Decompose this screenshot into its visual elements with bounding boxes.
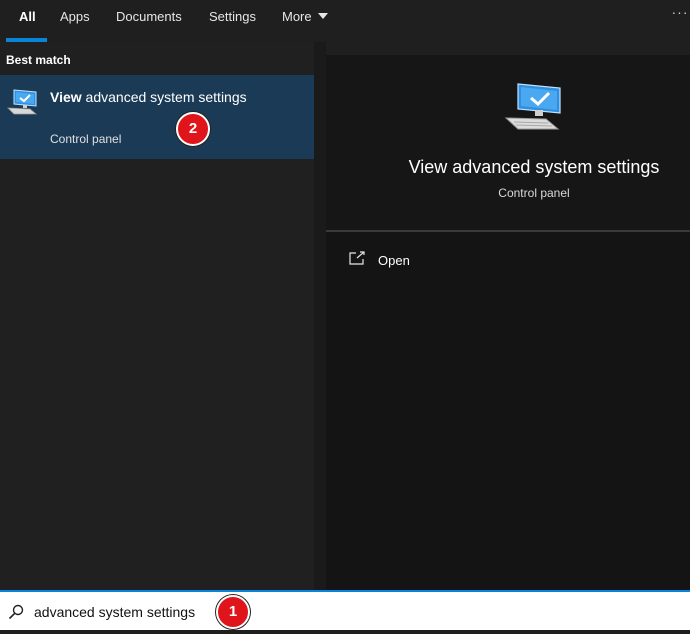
computer-check-icon	[6, 89, 38, 115]
results-panel: Best match View advanced system settings…	[0, 42, 314, 590]
result-subtitle: Control panel	[50, 132, 122, 146]
tab-all[interactable]: All	[13, 0, 42, 42]
best-match-heading: Best match	[6, 53, 71, 67]
search-icon	[8, 604, 24, 620]
preview-header: View advanced system settings Control pa…	[326, 55, 690, 230]
tab-label: Documents	[116, 9, 182, 24]
computer-check-icon	[504, 83, 561, 130]
tab-settings[interactable]: Settings	[203, 0, 262, 42]
result-title: View advanced system settings	[50, 89, 247, 105]
taskbar-edge	[0, 630, 690, 634]
panel-gutter	[314, 42, 326, 590]
tab-label: Settings	[209, 9, 256, 24]
search-bar	[0, 590, 690, 630]
step-callout-2: 2	[176, 112, 210, 146]
best-match-result[interactable]: View advanced system settings Control pa…	[0, 75, 314, 159]
step-callout-1: 1	[216, 595, 250, 629]
open-external-icon	[349, 251, 365, 265]
tab-label: All	[19, 9, 36, 24]
search-input[interactable]	[34, 600, 674, 624]
tab-label: Apps	[60, 9, 90, 24]
preview-title: View advanced system settings	[408, 157, 660, 177]
open-action[interactable]: Open	[346, 248, 466, 272]
tab-label: More	[282, 9, 312, 24]
chevron-down-icon	[317, 13, 328, 19]
preview-panel: View advanced system settings Control pa…	[326, 55, 690, 590]
search-tabs-bar: All Apps Documents Settings More ···	[0, 0, 690, 42]
preview-divider	[326, 230, 690, 232]
tab-documents[interactable]: Documents	[110, 0, 188, 42]
open-label: Open	[378, 253, 410, 268]
more-options-button[interactable]: ···	[670, 4, 690, 26]
preview-subtitle: Control panel	[498, 186, 570, 200]
tab-more[interactable]: More	[276, 0, 334, 42]
tab-apps[interactable]: Apps	[54, 0, 96, 42]
